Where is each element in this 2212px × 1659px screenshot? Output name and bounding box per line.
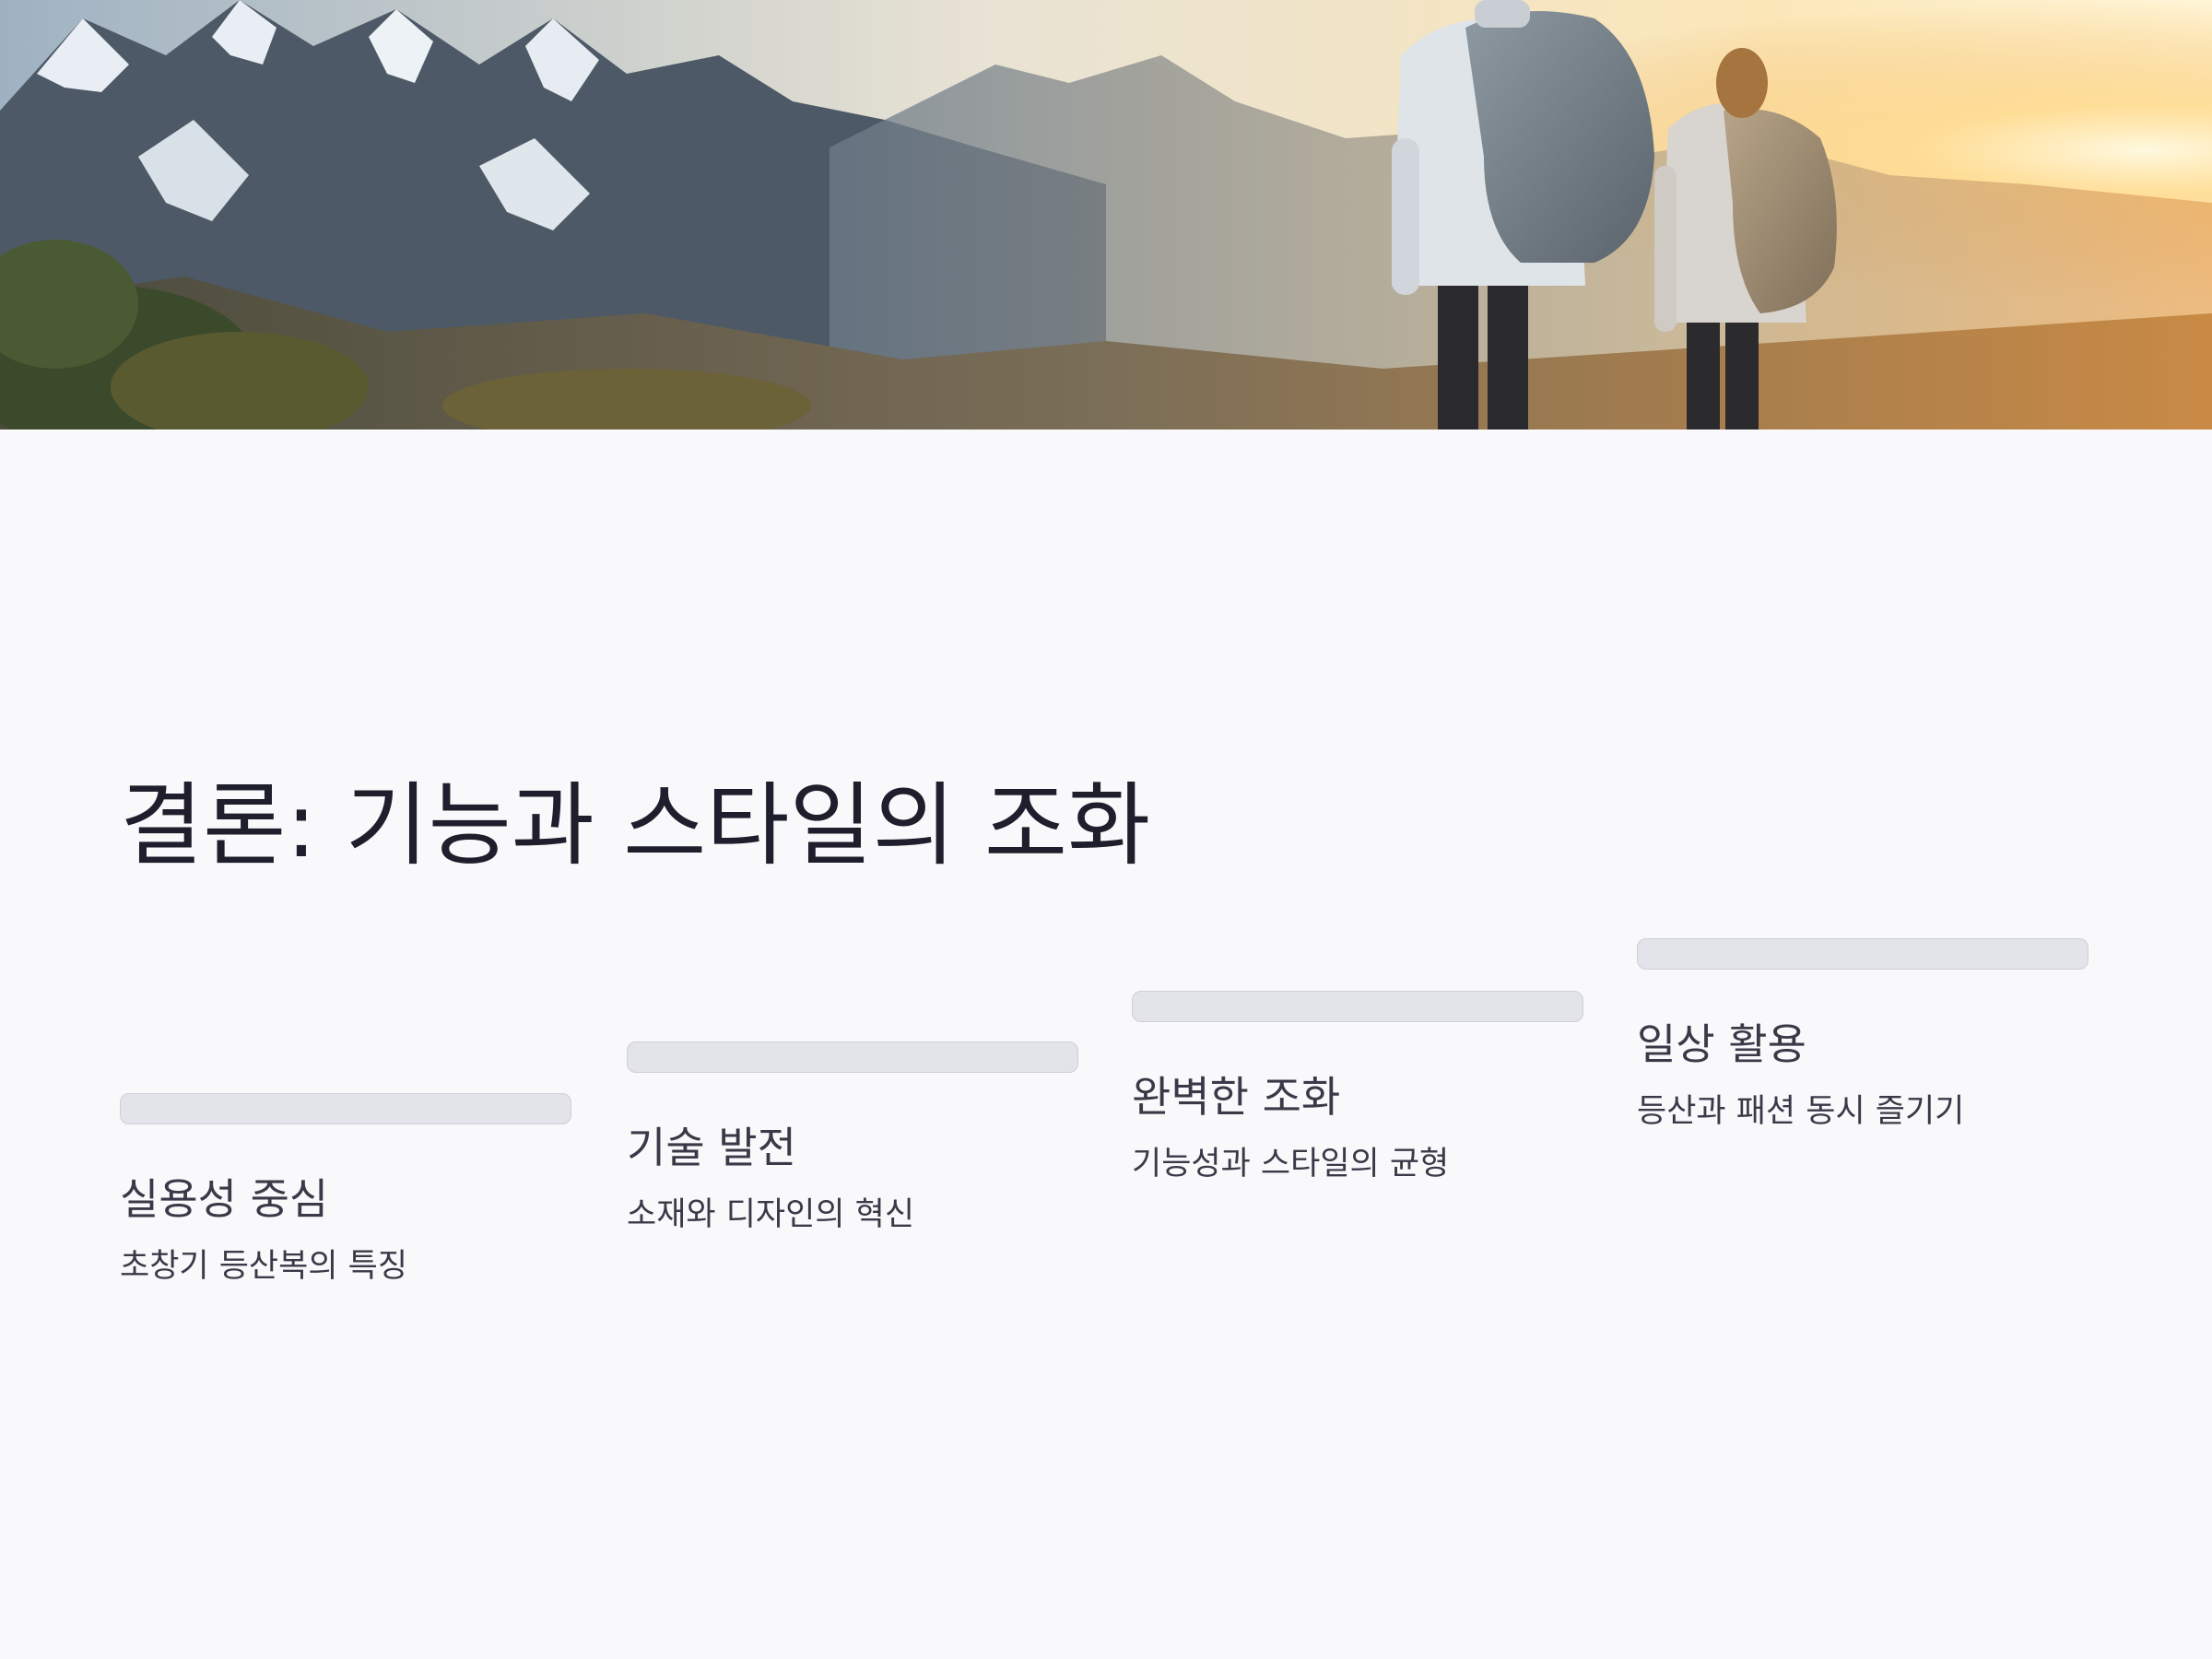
step-bar [1637,938,2088,970]
step-description: 등산과 패션 동시 즐기기 [1637,1093,1965,1131]
step-bar [120,1093,571,1124]
step-bar [1132,991,1583,1022]
slide-title: 결론: 기능과 스타일의 조화 [120,773,1151,878]
timeline-step-3: 완벽한 조화 기능성과 스타일의 균형 [1132,991,1585,1183]
step-description: 기능성과 스타일의 균형 [1132,1146,1450,1183]
step-description: 초창기 등산복의 특징 [120,1248,408,1286]
step-label: 실용성 중심 [120,1174,329,1224]
step-label: 완벽한 조화 [1132,1072,1341,1122]
step-description: 소재와 디자인의 혁신 [627,1196,915,1234]
step-bar [627,1041,1078,1073]
timeline-step-2: 기술 발전 소재와 디자인의 혁신 [627,1041,1080,1234]
timeline-step-4: 일상 활용 등산과 패션 동시 즐기기 [1637,938,2090,1131]
hero-image [0,0,2212,429]
step-label: 일상 활용 [1637,1019,1806,1069]
step-label: 기술 발전 [627,1123,796,1172]
mountain-hikers-illustration [0,0,2212,429]
timeline-step-1: 실용성 중심 초창기 등산복의 특징 [120,1093,573,1286]
